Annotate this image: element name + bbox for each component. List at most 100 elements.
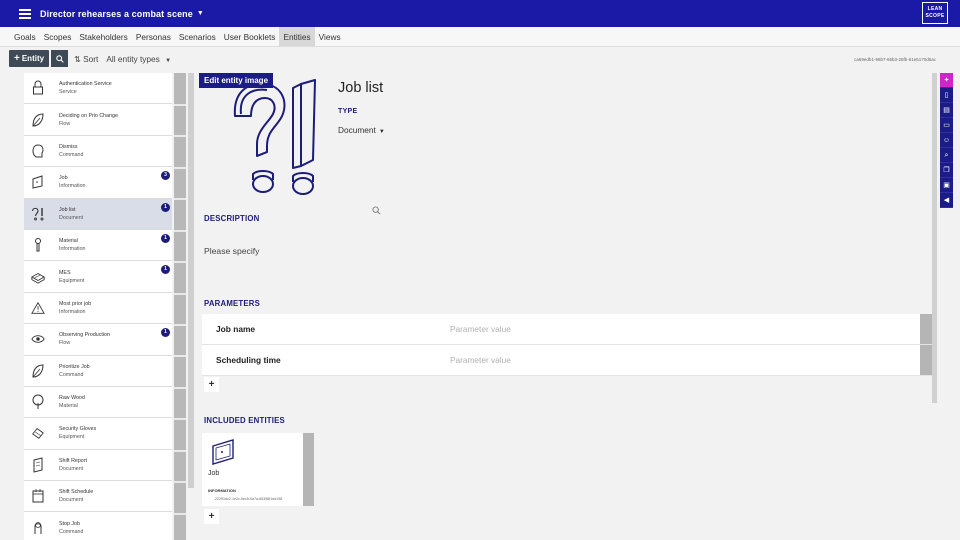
warning-icon [31,299,45,317]
parameter-value[interactable]: Parameter value [450,324,511,334]
list-item[interactable]: Deciding on Prio Change Flow [24,104,172,136]
rail-divider [174,481,186,483]
list-item[interactable]: Shift Schedule Document [24,481,172,513]
list-item[interactable]: Raw Wood Material [24,386,172,419]
project-title[interactable]: Director rehearses a combat scene [40,9,193,19]
smile-button[interactable]: ☺ [940,133,953,148]
layers-button[interactable]: ▭ [940,118,953,133]
padlock-icon [31,79,45,97]
drag-handle[interactable] [920,314,932,344]
entity-type: Document [59,214,84,221]
entity-type: Command [59,371,84,378]
list-item[interactable]: Prioritize Job Command [24,355,172,387]
monitor-icon [212,439,234,465]
rail-divider [174,324,186,326]
entity-type: Document [59,465,84,472]
edit-entity-image-button[interactable]: Edit entity image [199,73,274,88]
chevron-down-icon[interactable]: ▼ [197,10,204,17]
tab-personas[interactable]: Personas [132,27,175,46]
tab-scenarios[interactable]: Scenarios [175,27,220,46]
usage-count-badge: 3 [161,171,170,181]
entity-name: Job [59,175,68,182]
rail-divider [174,293,186,295]
entity-detail-panel: Edit entity image Job list TYPE Document… [194,68,937,540]
parameter-row[interactable]: Job name Parameter value [202,314,932,345]
list-item[interactable]: MES Equipment 1 [24,261,172,293]
type-label: TYPE [338,108,358,115]
tab-goals[interactable]: Goals [10,27,40,46]
entity-title[interactable]: Job list [338,80,383,96]
parameter-name[interactable]: Scheduling time [216,355,281,365]
entity-type: Command [59,151,84,158]
document-button[interactable]: ▤ [940,103,953,118]
type-value: Document [338,125,376,135]
sort-label: Sort [83,53,99,64]
sort-button[interactable]: ⇅ Sort [74,54,98,64]
included-entity-card[interactable]: Job INFORMATION 22291dc2-1e2c-5ec5-0a7a-… [202,433,314,506]
phone-icon: ▯ [944,91,949,99]
included-entity-type: INFORMATION [208,488,236,493]
list-drag-rail[interactable] [174,73,186,540]
drag-handle[interactable] [303,433,314,506]
entity-name: Stop Job [59,520,80,527]
parameters-table: Job name Parameter value Scheduling time… [202,314,932,376]
tab-stakeholders[interactable]: Stakeholders [75,27,131,46]
parameter-value[interactable]: Parameter value [450,355,511,365]
tab-scopes[interactable]: Scopes [40,27,76,46]
phone-button[interactable]: ▯ [940,88,953,103]
list-item[interactable]: Dismiss Command [24,135,172,168]
usage-count-badge: 1 [161,265,170,275]
add-parameter-button[interactable]: + [204,377,219,392]
list-item[interactable]: Stop Job Command [24,512,172,540]
entity-name: Shift Report [59,457,87,464]
list-item[interactable]: Job Information 3 [24,167,172,199]
image-button[interactable]: ▣ [940,178,953,193]
rail-divider [174,230,186,232]
included-entity-id: 22291dc2-1e2c-5ec5-0a7a-65398f1dd198 [215,497,283,501]
drag-handle[interactable] [920,345,932,375]
search-button[interactable]: ⌕ [940,148,953,163]
rail-divider [174,513,186,515]
entity-type: Command [59,528,84,535]
bulb-button[interactable]: ✦ [940,73,953,88]
list-item[interactable]: Security Gloves Equipment [24,418,172,450]
search-button[interactable] [51,50,69,67]
list-item[interactable]: Authentication Service Service [24,73,172,105]
list-item[interactable]: Observing Production Flow 1 [24,324,172,356]
description-text[interactable]: Please specify [204,246,259,256]
add-included-entity-button[interactable]: + [204,509,219,524]
entity-type-filter[interactable]: All entity types ▼ [106,54,171,64]
entity-name: Raw Wood [59,395,85,402]
entity-name: Prioritize Job [59,363,90,370]
add-entity-button[interactable]: + Entity [9,50,50,67]
usage-count-badge: 1 [161,328,170,338]
tree-icon [31,393,45,411]
parameter-row[interactable]: Scheduling time Parameter value [202,345,932,376]
list-item[interactable]: Material Information 1 [24,229,172,262]
wrench-icon [31,236,45,254]
list-toolbar: + Entity ⇅ Sort All entity types ▼ [9,50,171,67]
entity-name: Authentication Service [59,81,112,88]
detail-scrollbar[interactable] [932,73,937,403]
report-icon [31,456,45,474]
leanscope-logo[interactable]: LEAN SCOPE [922,2,948,24]
menu-icon[interactable] [19,8,31,19]
tab-user-booklets[interactable]: User Booklets [220,27,280,46]
search-icon: ⌕ [944,151,949,159]
tab-entities[interactable]: Entities [279,27,315,46]
tab-views[interactable]: Views [315,27,345,46]
entity-name: Security Gloves [59,426,97,433]
usage-count-badge: 1 [161,233,170,243]
list-item[interactable]: Most prior job Information [24,292,172,325]
entity-type-select[interactable]: Document ▼ [338,125,385,135]
entity-type: Service [59,89,77,96]
megaphone-button[interactable]: ◀ [940,193,953,208]
entity-type: Equipment [59,277,85,284]
list-item[interactable]: Shift Report Document [24,449,172,482]
copy-button[interactable]: ❐ [940,163,953,178]
parameter-name[interactable]: Job name [216,324,255,334]
smile-icon: ☺ [942,136,951,144]
rail-divider [174,104,186,106]
entity-name: Job list [59,206,76,213]
list-item[interactable]: Job list Document 1 [24,198,172,230]
